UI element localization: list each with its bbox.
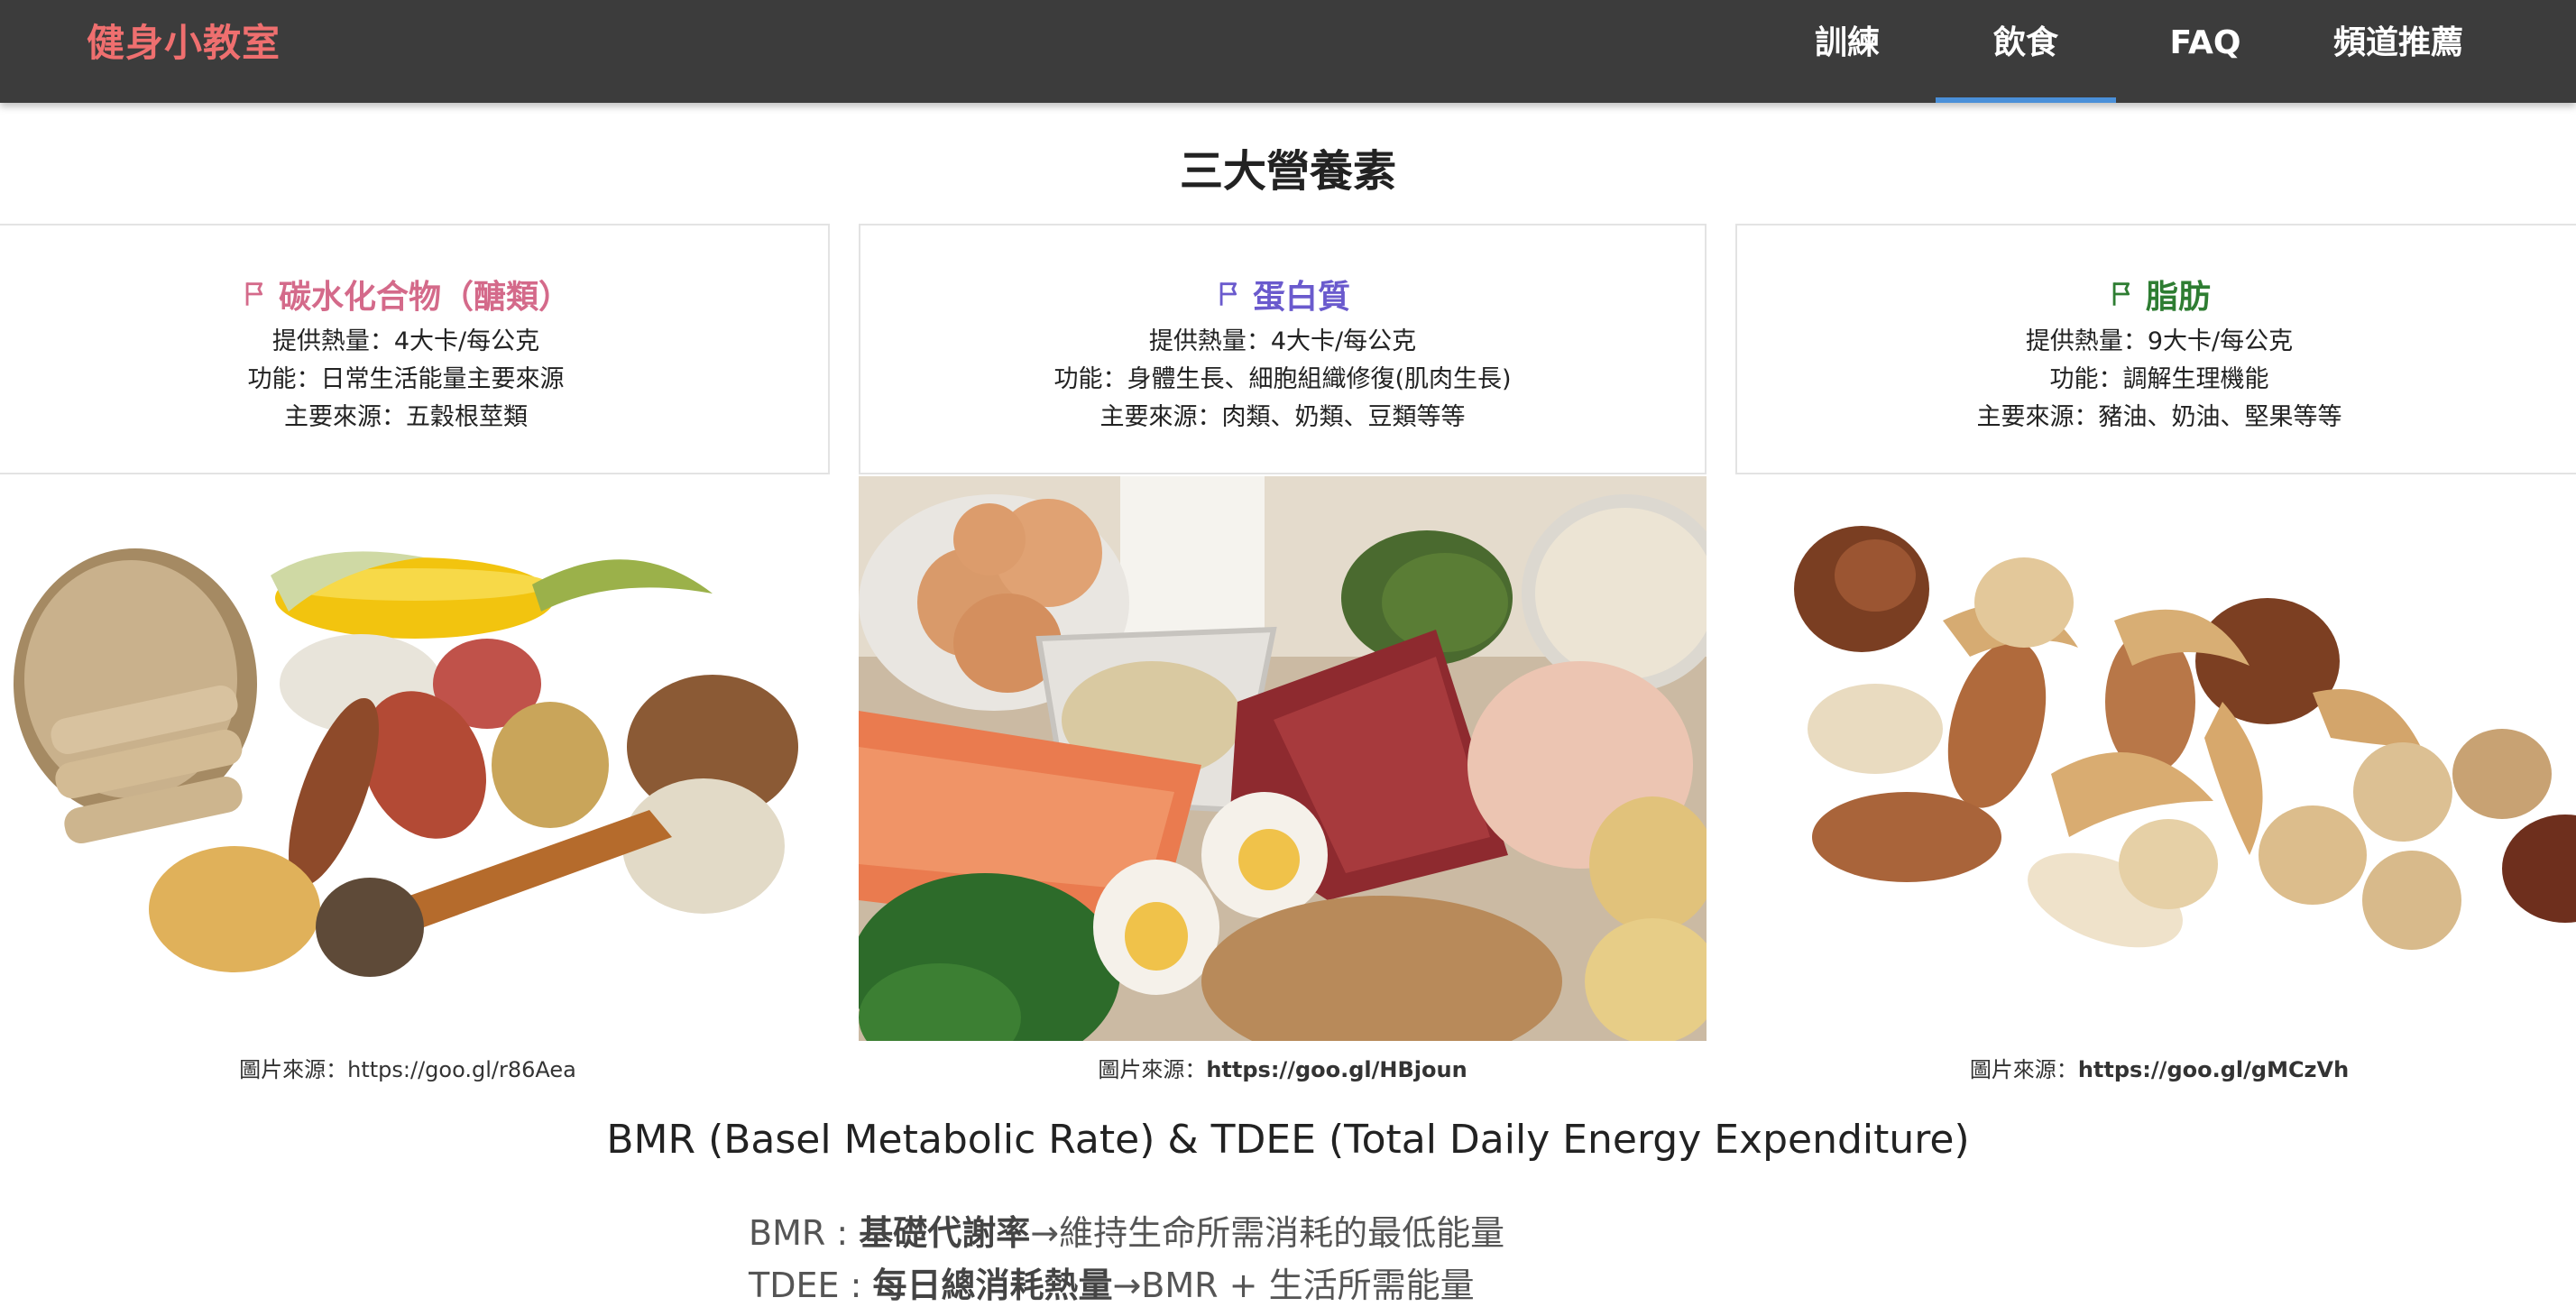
card-title-text: 脂肪 [2145, 279, 2211, 316]
nutrient-card-protein: 蛋白質 提供熱量：4大卡/每公克 功能：身體生長、細胞組織修復(肌肉生長) 主要… [859, 224, 1707, 474]
top-navbar: 健身小教室 訓練 飲食 FAQ 頻道推薦 [0, 0, 2576, 103]
bmr-keyword: 基礎代謝率 [859, 1213, 1031, 1253]
caption-link[interactable]: https://goo.gl/HBjoun [1206, 1057, 1467, 1082]
caption-prefix: 圖片來源： [1098, 1057, 1207, 1082]
bmr-tdee-title: BMR (Basel Metabolic Rate) & TDEE (Total… [606, 1117, 1970, 1163]
card-title-text: 蛋白質 [1252, 279, 1350, 316]
card-function: 功能：調解生理機能 [2049, 365, 2269, 393]
bmr-definition: BMR : 基礎代謝率→維持生命所需消耗的最低能量 [749, 1205, 1504, 1255]
tdee-definition: TDEE : 每日總消耗熱量→BMR + 生活所需能量 [749, 1257, 1475, 1307]
card-source: 主要來源：五穀根莖類 [284, 403, 528, 431]
tdee-label: TDEE : [749, 1266, 873, 1305]
card-calories: 提供熱量：9大卡/每公克 [2025, 327, 2294, 355]
image-caption-carbs: 圖片來源：https://goo.gl/r86Aea [0, 1052, 815, 1083]
card-source: 主要來源：豬油、奶油、堅果等等 [1976, 403, 2342, 431]
nav-item-label: 訓練 [1814, 24, 1880, 61]
nav-item-diet[interactable]: 飲食 [1936, 0, 2116, 103]
tdee-keyword: 每日總消耗熱量 [872, 1266, 1113, 1305]
card-title: 碳水化合物（醣類） [0, 271, 828, 318]
bmr-label: BMR : [749, 1213, 860, 1253]
nutrient-card-fat: 脂肪 提供熱量：9大卡/每公克 功能：調解生理機能 主要來源：豬油、奶油、堅果等… [1735, 224, 2576, 474]
protein-food-image [859, 476, 1707, 1041]
card-calories: 提供熱量：4大卡/每公克 [271, 327, 540, 355]
caption-link[interactable]: https://goo.gl/gMCzVh [2078, 1057, 2349, 1082]
nav-item-label: 頻道推薦 [2332, 24, 2463, 61]
nav-item-faq[interactable]: FAQ [2147, 0, 2264, 103]
fat-food-image [1735, 476, 2576, 999]
tdee-description: →BMR + 生活所需能量 [1112, 1266, 1475, 1305]
card-title: 脂肪 [1737, 271, 2576, 318]
flag-icon [2112, 282, 2130, 306]
active-tab-indicator [1936, 97, 2116, 103]
card-title-text: 碳水化合物（醣類） [278, 279, 571, 316]
caption-prefix: 圖片來源： [1969, 1057, 2078, 1082]
nav-item-training[interactable]: 訓練 [1789, 0, 1905, 103]
card-source: 主要來源：肉類、奶類、豆類等等 [1099, 403, 1466, 431]
flag-icon [1219, 282, 1237, 306]
section-title: 三大營養素 [1179, 146, 1396, 197]
nav-item-label: FAQ [2169, 24, 2241, 61]
nav-item-label: 飲食 [1992, 24, 2058, 61]
brand-logo[interactable]: 健身小教室 [87, 0, 281, 103]
image-caption-fat: 圖片來源：https://goo.gl/gMCzVh [1735, 1052, 2576, 1083]
nav-item-channels[interactable]: 頻道推薦 [2314, 0, 2482, 103]
image-caption-protein: 圖片來源：https://goo.gl/HBjoun [859, 1052, 1707, 1083]
carbs-food-image [0, 476, 830, 999]
card-title: 蛋白質 [860, 271, 1705, 318]
bmr-description: →維持生命所需消耗的最低能量 [1030, 1213, 1505, 1253]
caption-link[interactable]: https://goo.gl/r86Aea [347, 1057, 576, 1082]
card-function: 功能：身體生長、細胞組織修復(肌肉生長) [1053, 365, 1512, 393]
card-function: 功能：日常生活能量主要來源 [247, 365, 565, 393]
nutrient-card-carbs: 碳水化合物（醣類） 提供熱量：4大卡/每公克 功能：日常生活能量主要來源 主要來… [0, 224, 830, 474]
flag-icon [245, 282, 263, 306]
caption-prefix: 圖片來源： [239, 1057, 348, 1082]
card-calories: 提供熱量：4大卡/每公克 [1148, 327, 1417, 355]
